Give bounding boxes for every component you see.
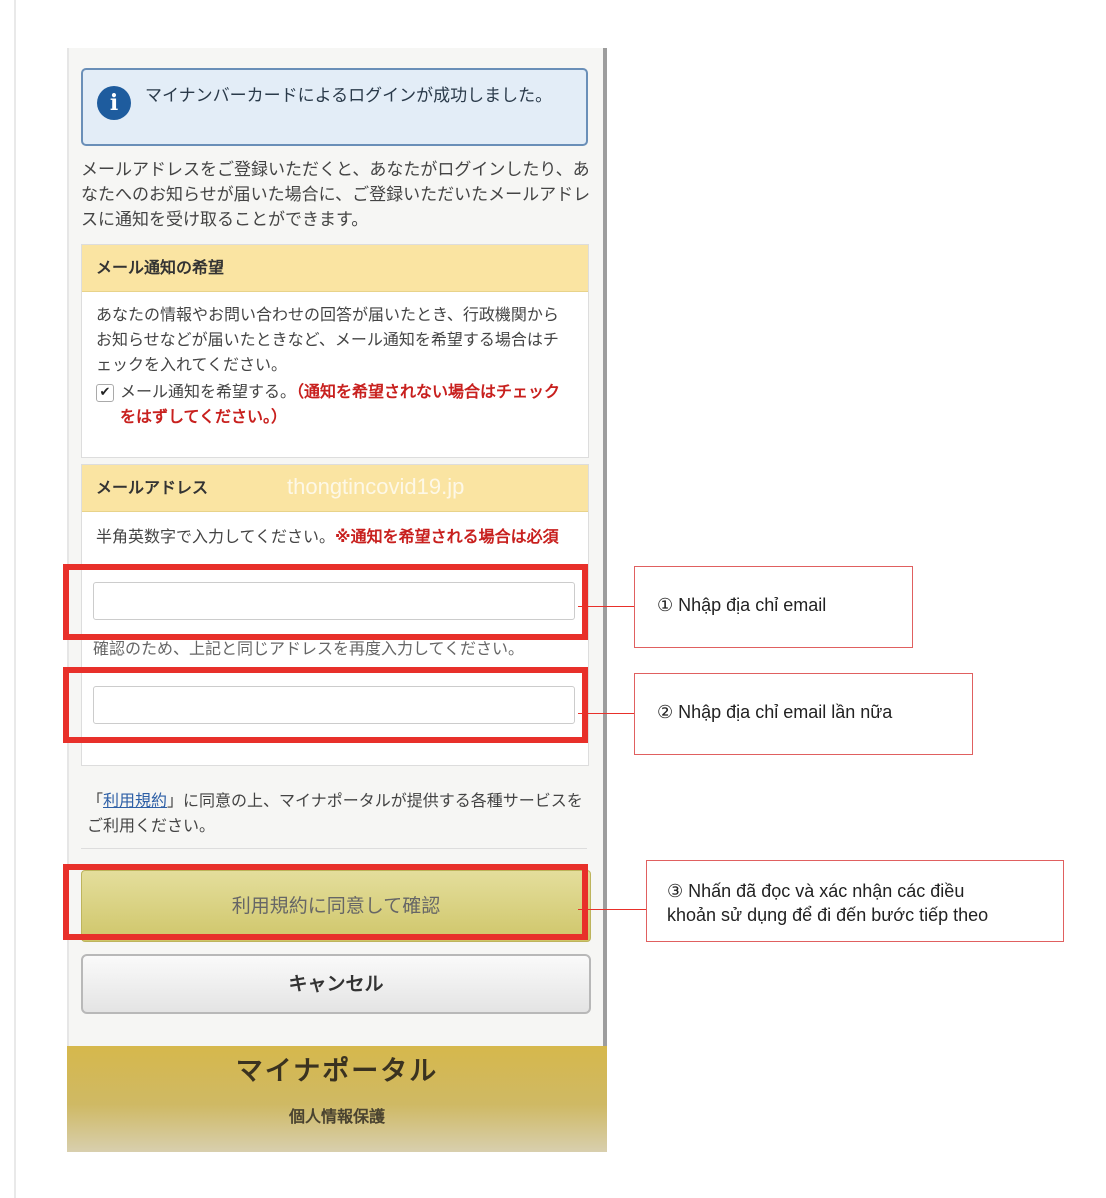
mail-notification-description: あなたの情報やお問い合わせの回答が届いたとき、行政機関からお知らせなどが届いたと…	[96, 305, 559, 374]
mynaportal-logo[interactable]: マイナポータル	[67, 1046, 607, 1098]
callout-enter-email: ① Nhập địa chỉ email	[634, 566, 913, 648]
email-input-highlight	[63, 564, 588, 640]
callout-2-connector	[578, 713, 634, 714]
mail-notification-checkbox-label: メール通知を希望する。	[120, 382, 297, 401]
email-registration-intro: メールアドレスをご登録いただくと、あなたがログインしたり、あなたへのお知らせが届…	[81, 160, 591, 230]
callout-enter-email-text: ① Nhập địa chỉ email	[657, 595, 827, 615]
mail-notification-option[interactable]: ✔ メール通知を希望する。（通知を希望されない場合はチェックをはずしてください。…	[96, 379, 574, 429]
callout-agree-terms: ③ Nhấn đã đọc và xác nhận các điều khoản…	[646, 860, 1064, 942]
email-required-note: ※通知を希望される場合は必須	[335, 527, 559, 546]
watermark: thongtincovid19.jp	[287, 474, 465, 499]
terms-notice: 「利用規約」に同意の上、マイナポータルが提供する各種サービスをご利用ください。	[87, 788, 587, 838]
login-success-message: マイナンバーカードによるログインが成功しました。	[145, 86, 553, 106]
terms-of-use-link[interactable]: 利用規約	[103, 791, 167, 810]
mail-notification-checkbox[interactable]: ✔	[96, 384, 114, 402]
privacy-policy-link[interactable]: 個人情報保護	[67, 1102, 607, 1132]
mail-notification-heading: メール通知の希望	[82, 245, 588, 292]
mail-notification-section: メール通知の希望 あなたの情報やお問い合わせの回答が届いたとき、行政機関からお知…	[81, 244, 589, 458]
callout-reenter-email-text: ② Nhập địa chỉ email lần nữa	[657, 702, 893, 722]
agree-button-highlight	[63, 864, 588, 940]
email-confirm-highlight	[63, 667, 588, 743]
email-address-hint: 半角英数字で入力してください。	[96, 527, 336, 546]
screen-right-edge	[603, 48, 607, 1152]
callout-3-connector	[578, 909, 646, 910]
footer: マイナポータル 個人情報保護	[67, 1046, 607, 1152]
login-success-alert: i マイナンバーカードによるログインが成功しました。	[81, 68, 588, 146]
callout-agree-terms-line-1: ③ Nhấn đã đọc và xác nhận các điều	[667, 881, 965, 901]
callout-reenter-email: ② Nhập địa chỉ email lần nữa	[634, 673, 973, 755]
page-left-border	[14, 0, 16, 1198]
terms-open-bracket: 「	[87, 791, 104, 810]
terms-divider	[81, 848, 587, 849]
cancel-button[interactable]: キャンセル	[81, 954, 591, 1014]
callout-agree-terms-line-2: khoản sử dụng để đi đến bước tiếp theo	[667, 905, 989, 925]
info-icon: i	[97, 86, 131, 120]
callout-1-connector	[578, 606, 634, 607]
